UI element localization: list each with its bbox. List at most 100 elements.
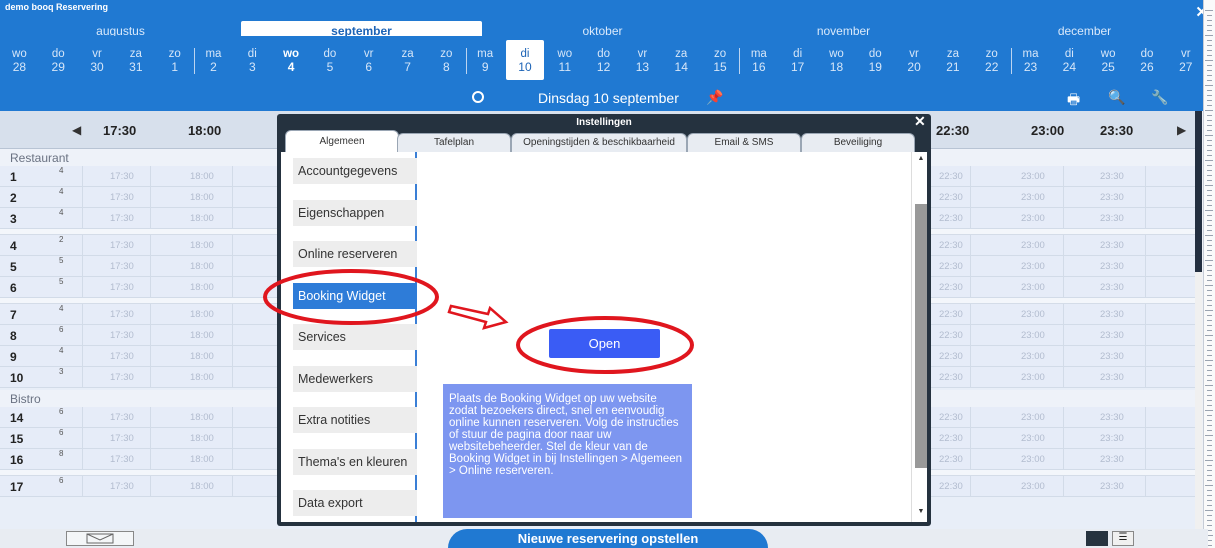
time-slot[interactable]: 18:00 (190, 372, 214, 383)
grid-view-button[interactable] (1086, 531, 1108, 546)
time-slot[interactable]: 23:00 (1021, 454, 1045, 465)
time-slot[interactable]: 22:30 (939, 412, 963, 423)
day-cell[interactable]: di 3 (233, 36, 272, 84)
time-slot[interactable]: 23:00 (1021, 412, 1045, 423)
settings-nav-item[interactable]: Data export (293, 490, 417, 516)
day-cell[interactable]: wo 28 (0, 36, 39, 84)
day-cell[interactable]: di 17 (778, 36, 817, 84)
time-slot[interactable]: 17:30 (110, 481, 134, 492)
print-icon[interactable]: 🖶 (1067, 89, 1080, 113)
time-slot[interactable]: 17:30 (110, 454, 134, 465)
time-slot[interactable]: 18:00 (190, 213, 214, 224)
day-cell[interactable]: za 21 (934, 36, 973, 84)
time-slot[interactable]: 18:00 (190, 454, 214, 465)
time-slot[interactable]: 23:30 (1100, 412, 1124, 423)
time-slot[interactable]: 23:00 (1021, 261, 1045, 272)
day-cell[interactable]: za 7 (388, 36, 427, 84)
time-slot[interactable]: 23:30 (1100, 213, 1124, 224)
day-cell[interactable]: wo 18 (817, 36, 856, 84)
time-slot[interactable]: 22:30 (939, 261, 963, 272)
time-slot[interactable]: 22:30 (939, 309, 963, 320)
day-cell[interactable]: za 14 (662, 36, 701, 84)
day-cell[interactable]: vr 27 (1166, 36, 1205, 84)
time-slot[interactable]: 23:00 (1021, 372, 1045, 383)
wrench-icon[interactable]: 🔧 (1151, 89, 1168, 106)
new-reservation-button[interactable]: Nieuwe reservering opstellen (448, 529, 768, 548)
time-slot[interactable]: 22:30 (939, 192, 963, 203)
time-slot[interactable]: 17:30 (110, 412, 134, 423)
time-slot[interactable]: 18:00 (190, 240, 214, 251)
tab-beveiliging[interactable]: Beveiliging (801, 133, 915, 152)
time-slot[interactable]: 18:00 (190, 309, 214, 320)
time-slot[interactable]: 23:30 (1100, 309, 1124, 320)
time-slot[interactable]: 17:30 (110, 171, 134, 182)
day-cell[interactable]: za 31 (116, 36, 155, 84)
day-cell[interactable]: vr 6 (349, 36, 388, 84)
time-slot[interactable]: 23:00 (1021, 282, 1045, 293)
time-slot[interactable]: 22:30 (939, 454, 963, 465)
main-scroll-thumb[interactable] (1195, 111, 1202, 272)
time-slot[interactable]: 23:30 (1100, 481, 1124, 492)
time-slot[interactable]: 17:30 (110, 282, 134, 293)
time-slot[interactable]: 23:00 (1021, 213, 1045, 224)
tab-openingstijden-beschikbaarheid[interactable]: Openingstijden & beschikbaarheid (511, 133, 687, 152)
day-cell[interactable]: ma 23 (1011, 36, 1050, 84)
day-cell[interactable]: do 5 (311, 36, 350, 84)
dialog-close-icon[interactable]: ✕ (914, 113, 926, 130)
settings-nav-item[interactable]: Services (293, 324, 417, 350)
settings-nav-item[interactable]: Extra notities (293, 407, 417, 433)
day-cell[interactable]: ma 9 (465, 36, 505, 84)
settings-nav-item[interactable]: Booking Widget (293, 282, 417, 309)
time-slot[interactable]: 23:00 (1021, 481, 1045, 492)
time-slot[interactable]: 18:00 (190, 330, 214, 341)
time-slot[interactable]: 22:30 (939, 213, 963, 224)
day-cell[interactable]: di 24 (1050, 36, 1089, 84)
settings-nav-item[interactable]: Eigenschappen (293, 199, 417, 226)
tab-email-sms[interactable]: Email & SMS (687, 133, 801, 152)
time-slot[interactable]: 17:30 (110, 330, 134, 341)
tab-algemeen[interactable]: Algemeen (285, 130, 399, 152)
time-slot[interactable]: 23:30 (1100, 192, 1124, 203)
time-slot[interactable]: 18:00 (190, 433, 214, 444)
day-cell[interactable]: wo 4 (272, 36, 311, 84)
time-slot[interactable]: 22:30 (939, 433, 963, 444)
time-slot[interactable]: 23:30 (1100, 282, 1124, 293)
day-cell[interactable]: ma 16 (739, 36, 778, 84)
day-cell[interactable]: vr 13 (623, 36, 662, 84)
time-slot[interactable]: 18:00 (190, 412, 214, 423)
time-slot[interactable]: 17:30 (110, 192, 134, 203)
time-slot[interactable]: 23:00 (1021, 192, 1045, 203)
open-button[interactable]: Open (549, 329, 660, 358)
time-slot[interactable]: 23:30 (1100, 261, 1124, 272)
time-slot[interactable]: 22:30 (939, 481, 963, 492)
arrow-right-icon[interactable]: ▶ (1177, 123, 1186, 137)
time-slot[interactable]: 23:30 (1100, 433, 1124, 444)
time-slot[interactable]: 18:00 (190, 481, 214, 492)
settings-nav-item[interactable]: Medewerkers (293, 365, 417, 392)
time-slot[interactable]: 23:00 (1021, 171, 1045, 182)
settings-nav-item[interactable]: Thema's en kleuren (293, 448, 417, 475)
day-cell[interactable]: do 29 (39, 36, 78, 84)
time-slot[interactable]: 22:30 (939, 372, 963, 383)
time-slot[interactable]: 18:00 (190, 171, 214, 182)
time-slot[interactable]: 23:30 (1100, 240, 1124, 251)
time-slot[interactable]: 23:00 (1021, 330, 1045, 341)
day-cell[interactable]: zo 15 (701, 36, 740, 84)
time-slot[interactable]: 18:00 (190, 351, 214, 362)
day-cell[interactable]: do 26 (1128, 36, 1167, 84)
pin-icon[interactable]: 📌 (706, 89, 723, 106)
settings-nav-item[interactable]: Online reserveren (293, 241, 417, 267)
day-cell[interactable]: do 19 (856, 36, 895, 84)
time-slot[interactable]: 17:30 (110, 351, 134, 362)
time-slot[interactable]: 23:30 (1100, 330, 1124, 341)
time-slot[interactable]: 22:30 (939, 330, 963, 341)
time-slot[interactable]: 22:30 (939, 171, 963, 182)
day-cell[interactable]: vr 20 (895, 36, 934, 84)
time-slot[interactable]: 23:00 (1021, 351, 1045, 362)
time-slot[interactable]: 23:30 (1100, 454, 1124, 465)
day-cell[interactable]: wo 11 (545, 36, 584, 84)
day-cell[interactable]: zo 8 (427, 36, 466, 84)
time-slot[interactable]: 23:00 (1021, 240, 1045, 251)
time-slot[interactable]: 22:30 (939, 240, 963, 251)
scroll-up-icon[interactable]: ▲ (915, 155, 927, 165)
